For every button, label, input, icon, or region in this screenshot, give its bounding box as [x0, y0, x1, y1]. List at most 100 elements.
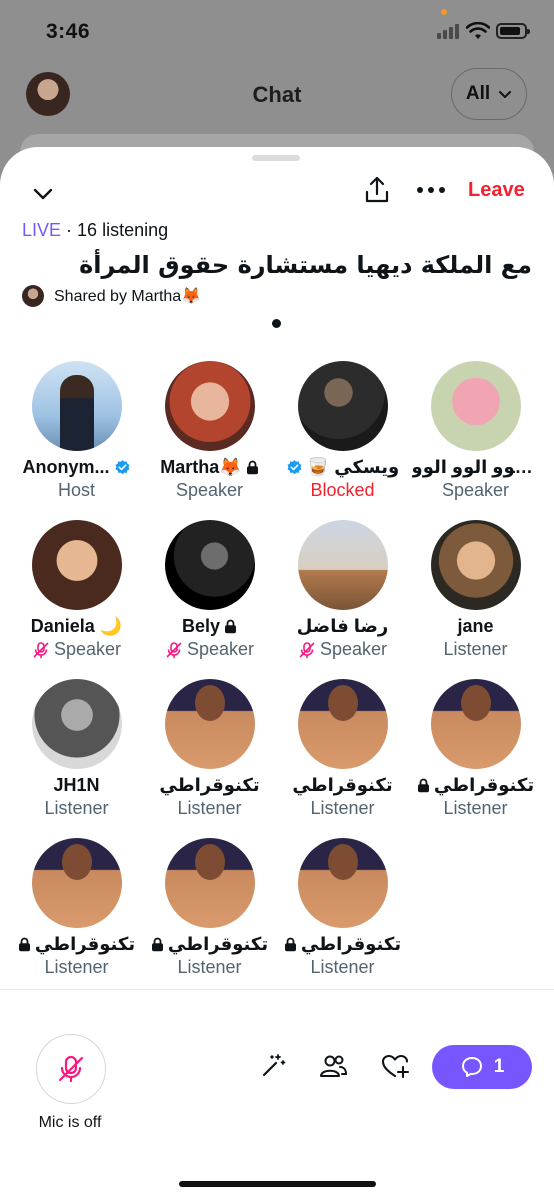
- participant-name-row: الوو الوو الوو...: [412, 457, 540, 478]
- mic-toggle-button[interactable]: [36, 1034, 106, 1104]
- participant-avatar: [430, 520, 521, 610]
- sharer-avatar: [22, 285, 44, 307]
- participant-name-row: تكنوقراطي: [159, 775, 259, 796]
- participant-name-row: Bely: [182, 616, 237, 637]
- lock-icon: [151, 937, 163, 952]
- chat-button[interactable]: 1: [432, 1045, 532, 1089]
- participant-role: Listener: [310, 957, 375, 977]
- verified-badge-icon: [287, 460, 302, 475]
- participant-card[interactable]: تكنوقراطي Listener: [276, 834, 409, 993]
- participant-card[interactable]: الوو الوو الوو... Speaker: [409, 357, 542, 516]
- heart-plus-icon[interactable]: [380, 1051, 410, 1081]
- participant-name: 🥃 ويسكي: [306, 457, 400, 477]
- participant-name: تكنوقراطي: [433, 775, 535, 795]
- participant-avatar: [164, 679, 255, 769]
- participant-name: JH1N: [53, 775, 100, 795]
- wifi-icon: [466, 22, 490, 39]
- people-icon[interactable]: [318, 1051, 348, 1081]
- magic-wand-icon[interactable]: [258, 1051, 288, 1081]
- shared-by[interactable]: Shared by Martha🦊: [22, 285, 201, 307]
- participant-avatar: [31, 838, 122, 928]
- participant-role-row: Listener: [443, 798, 507, 819]
- chevron-down-icon[interactable]: [30, 181, 56, 207]
- share-icon[interactable]: [364, 175, 390, 205]
- participant-role-row: Listener: [44, 798, 108, 819]
- mic-off-icon: [33, 641, 49, 658]
- participant-name-row: تكنوقراطي: [284, 934, 401, 955]
- participant-name-row: تكنوقراطي: [417, 775, 534, 796]
- mic-off-icon: [299, 641, 315, 658]
- participant-name-row: JH1N: [53, 775, 99, 796]
- participant-avatar: [430, 361, 521, 451]
- participant-name: تكنوقراطي: [300, 934, 402, 954]
- participant-role: Listener: [443, 639, 508, 659]
- participant-card[interactable]: تكنوقراطي Listener: [10, 834, 143, 993]
- participant-card[interactable]: 🥃 ويسكي Blocked: [276, 357, 409, 516]
- participant-name-row: Daniela 🌙: [31, 616, 122, 637]
- participant-name: تكنوقراطي: [292, 775, 393, 795]
- participant-name-row: Anonym...: [22, 457, 130, 478]
- participant-role: Listener: [443, 798, 508, 818]
- space-title: مع الملكة ديهيا مستشارة حقوق المرأة: [79, 251, 532, 279]
- mic-status-label: Mic is off: [38, 1114, 102, 1131]
- participant-role-row: Listener: [310, 957, 374, 978]
- comment-icon: [461, 1057, 482, 1077]
- participant-name: Anonym...: [22, 457, 110, 477]
- sheet-grabber[interactable]: [252, 155, 300, 161]
- participant-card[interactable]: JH1N Listener: [10, 675, 143, 834]
- participant-avatar: [164, 838, 255, 928]
- participant-name: Bely: [181, 616, 221, 636]
- participant-name-row: تكنوقراطي: [18, 934, 135, 955]
- participant-role-row: Speaker: [298, 639, 387, 660]
- participant-role: Speaker: [441, 480, 510, 500]
- participant-name: Daniela 🌙: [30, 616, 123, 636]
- participants-grid: Anonym... Host Martha🦊 Speaker 🥃 ويسكي Blocke…: [10, 357, 544, 993]
- participant-role: Listener: [310, 798, 375, 818]
- participant-role-row: Listener: [310, 798, 374, 819]
- participant-card[interactable]: تكنوقراطي Listener: [276, 675, 409, 834]
- more-options-icon[interactable]: [417, 187, 445, 193]
- participant-avatar: [430, 679, 521, 769]
- participant-name-row: تكنوقراطي: [292, 775, 392, 796]
- leave-button[interactable]: Leave: [468, 179, 525, 202]
- participant-card[interactable]: Anonym... Host: [10, 357, 143, 516]
- battery-icon: [496, 23, 530, 39]
- lock-icon: [284, 937, 296, 952]
- participant-role: Listener: [177, 957, 242, 977]
- home-indicator[interactable]: [179, 1181, 376, 1187]
- status-bar: 3:46: [0, 0, 554, 64]
- participant-card[interactable]: Daniela 🌙 Speaker: [10, 516, 143, 675]
- participant-name: تكنوقراطي: [159, 775, 260, 795]
- participant-avatar: [164, 520, 255, 610]
- participant-card[interactable]: تكنوقراطي Listener: [143, 675, 276, 834]
- participant-card[interactable]: Bely Speaker: [143, 516, 276, 675]
- live-status: LIVE · 16 listening: [22, 220, 168, 241]
- participant-role-row: Host: [58, 480, 95, 501]
- listening-count: · 16 listening: [66, 220, 169, 240]
- participant-card[interactable]: تكنوقراطي Listener: [409, 675, 542, 834]
- mic-off-icon: [58, 1055, 84, 1083]
- page-indicator: [272, 319, 281, 328]
- cellular-signal-icon: [437, 24, 459, 39]
- participant-card[interactable]: Martha🦊 Speaker: [143, 357, 276, 516]
- participant-card[interactable]: jane Listener: [409, 516, 542, 675]
- participant-role: Blocked: [310, 480, 375, 500]
- participant-role: Listener: [44, 957, 109, 977]
- participant-avatar: [297, 838, 388, 928]
- mic-off-icon: [166, 641, 182, 658]
- participant-avatar: [164, 361, 255, 451]
- participant-role: Speaker: [175, 480, 244, 500]
- participant-role-row: Speaker: [32, 639, 121, 660]
- lock-icon: [18, 937, 30, 952]
- participant-name: Martha🦊: [160, 457, 242, 477]
- participant-avatar: [31, 361, 122, 451]
- participant-role: Speaker: [53, 639, 122, 659]
- participant-name-row: jane: [457, 616, 493, 637]
- participant-avatar: [31, 679, 122, 769]
- participant-card[interactable]: تكنوقراطي Listener: [143, 834, 276, 993]
- filter-dropdown[interactable]: All: [451, 68, 527, 120]
- status-time: 3:46: [46, 20, 91, 43]
- lock-icon: [246, 460, 258, 475]
- participant-avatar: [297, 361, 388, 451]
- participant-card[interactable]: رضا فاضل Speaker: [276, 516, 409, 675]
